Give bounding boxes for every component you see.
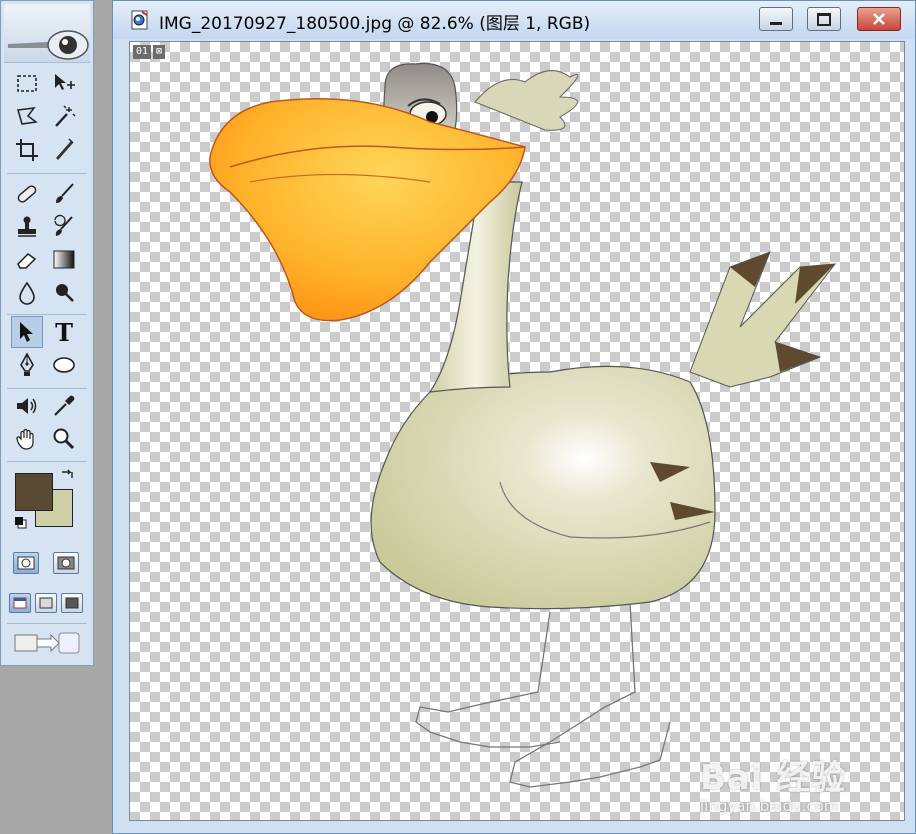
pelican-body xyxy=(370,365,716,610)
default-colors-icon[interactable] xyxy=(13,515,29,531)
watermark-brand: Bai 经验 xyxy=(700,758,847,798)
toolbox-divider xyxy=(7,388,87,389)
lasso-tool-icon[interactable] xyxy=(12,102,42,132)
magic-wand-tool-icon[interactable] xyxy=(49,102,79,132)
eyedropper-tool-icon[interactable] xyxy=(49,391,79,421)
history-brush-tool-icon[interactable] xyxy=(49,212,79,242)
brush-tool-icon[interactable] xyxy=(49,179,79,209)
slice-tool-icon[interactable] xyxy=(49,135,79,165)
foreground-color-swatch[interactable] xyxy=(15,473,53,511)
toolbox-divider xyxy=(7,173,87,174)
pelican-legs xyxy=(415,601,671,788)
crop-tool-icon[interactable] xyxy=(12,135,42,165)
jump-to-imageready-button[interactable] xyxy=(13,629,83,657)
rectangular-marquee-tool-icon[interactable] xyxy=(12,69,42,99)
tool-palette: T xyxy=(0,0,94,666)
pelican-tail xyxy=(689,251,837,388)
dodge-tool-icon[interactable] xyxy=(49,278,79,308)
watermark-url: jingyan.baidu.com xyxy=(700,797,839,815)
maximize-icon xyxy=(817,12,831,26)
path-selection-tool-icon[interactable] xyxy=(11,316,43,348)
document-title-bar[interactable]: IMG_20170927_180500.jpg @ 82.6% (图层 1, R… xyxy=(113,1,915,39)
minimize-button[interactable] xyxy=(759,7,793,31)
full-screen-mode-button[interactable] xyxy=(61,593,83,613)
close-button[interactable] xyxy=(857,7,901,31)
blur-tool-icon[interactable] xyxy=(12,278,42,308)
type-tool-glyph: T xyxy=(55,317,73,347)
full-screen-menu-mode-button[interactable] xyxy=(35,593,57,613)
pelican-illustration xyxy=(209,62,837,788)
eraser-tool-icon[interactable] xyxy=(12,245,42,275)
standard-screen-mode-button[interactable] xyxy=(9,593,31,613)
toolbox-divider xyxy=(7,461,87,462)
audio-annotation-tool-icon[interactable] xyxy=(12,391,42,421)
move-tool-icon[interactable] xyxy=(49,69,79,99)
image-canvas[interactable]: 01 ⊠ Bai 经验 jingyan.baidu.com xyxy=(129,41,905,821)
standard-mode-button[interactable] xyxy=(13,552,39,574)
document-window: IMG_20170927_180500.jpg @ 82.6% (图层 1, R… xyxy=(112,0,916,834)
document-title: IMG_20170927_180500.jpg @ 82.6% (图层 1, R… xyxy=(159,14,591,34)
photoshop-document-icon xyxy=(129,9,151,31)
clone-stamp-tool-icon[interactable] xyxy=(12,212,42,242)
toolbox-divider xyxy=(7,314,87,315)
minimize-icon xyxy=(770,21,782,25)
maximize-button[interactable] xyxy=(807,7,841,31)
quick-mask-mode-button[interactable] xyxy=(53,552,79,574)
swap-colors-icon[interactable] xyxy=(59,467,75,483)
ellipse-tool-icon[interactable] xyxy=(49,350,79,380)
pen-tool-icon[interactable] xyxy=(12,350,42,380)
toolbox-divider xyxy=(7,623,87,624)
gradient-tool-icon[interactable] xyxy=(49,245,79,275)
healing-brush-tool-icon[interactable] xyxy=(12,179,42,209)
type-tool-icon[interactable]: T xyxy=(49,317,79,347)
baidu-jingyan-watermark: Bai 经验 jingyan.baidu.com xyxy=(700,750,846,815)
zoom-tool-icon[interactable] xyxy=(49,424,79,454)
photoshop-eye-logo[interactable] xyxy=(4,4,90,63)
hand-tool-icon[interactable] xyxy=(12,424,42,454)
close-icon xyxy=(873,13,885,25)
pelican-crest xyxy=(474,70,579,131)
